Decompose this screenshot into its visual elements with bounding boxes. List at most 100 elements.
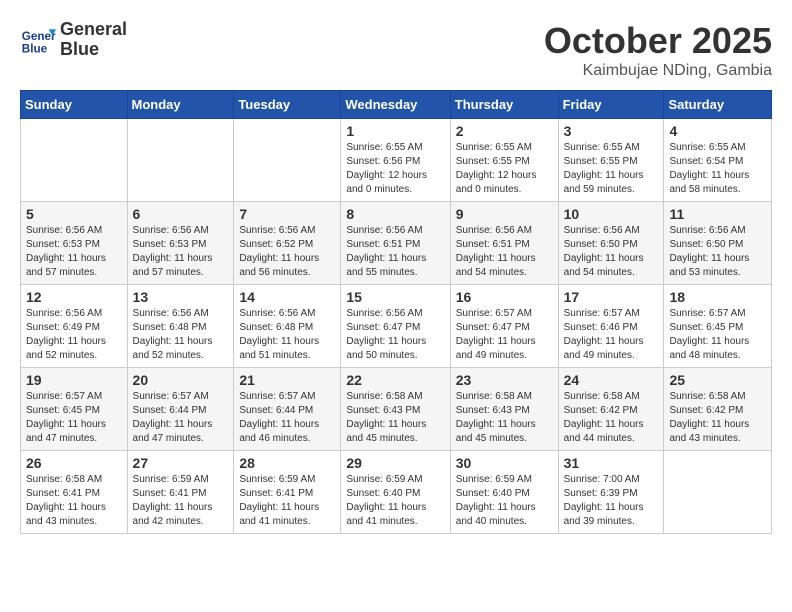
- day-number: 9: [456, 206, 553, 222]
- calendar-cell: 7 Sunrise: 6:56 AM Sunset: 6:52 PM Daylig…: [234, 202, 341, 285]
- weekday-header-tuesday: Tuesday: [234, 91, 341, 119]
- weekday-row: SundayMondayTuesdayWednesdayThursdayFrid…: [21, 91, 772, 119]
- calendar-cell: 18 Sunrise: 6:57 AM Sunset: 6:45 PM Dayli…: [664, 285, 772, 368]
- week-row-3: 12Sunrise: 6:56 AM Sunset: 6:49 PM Dayli…: [21, 285, 772, 368]
- day-info: Sunrise: 6:57 AM Sunset: 6:45 PM Dayligh…: [26, 390, 122, 446]
- day-info: Sunrise: 6:58 AM Sunset: 6:43 PM Dayligh…: [346, 390, 444, 446]
- calendar-cell: 30 Sunrise: 6:59 AM Sunset: 6:40 PM Dayli…: [450, 451, 558, 534]
- calendar-cell: [21, 119, 128, 202]
- calendar-cell: [664, 451, 772, 534]
- calendar-cell: 14 Sunrise: 6:56 AM Sunset: 6:48 PM Dayli…: [234, 285, 341, 368]
- day-number: 4: [669, 123, 766, 139]
- calendar-table: SundayMondayTuesdayWednesdayThursdayFrid…: [20, 90, 772, 534]
- calendar-cell: 3 Sunrise: 6:55 AM Sunset: 6:55 PM Daylig…: [558, 119, 664, 202]
- svg-text:Blue: Blue: [22, 42, 48, 55]
- logo-line1: General: [60, 20, 127, 40]
- weekday-header-friday: Friday: [558, 91, 664, 119]
- logo-icon: General Blue: [20, 22, 56, 58]
- day-info: Sunrise: 6:56 AM Sunset: 6:51 PM Dayligh…: [456, 224, 553, 280]
- day-number: 30: [456, 455, 553, 471]
- day-info: Sunrise: 6:55 AM Sunset: 6:55 PM Dayligh…: [564, 141, 659, 197]
- calendar-cell: 27 Sunrise: 6:59 AM Sunset: 6:41 PM Dayli…: [127, 451, 234, 534]
- calendar-cell: 22Sunrise: 6:58 AM Sunset: 6:43 PM Dayli…: [341, 368, 450, 451]
- week-row-5: 26 Sunrise: 6:58 AM Sunset: 6:41 PM Dayli…: [21, 451, 772, 534]
- calendar-cell: [127, 119, 234, 202]
- logo-line2: Blue: [60, 40, 127, 60]
- weekday-header-sunday: Sunday: [21, 91, 128, 119]
- day-number: 19: [26, 372, 122, 388]
- day-number: 26: [26, 455, 122, 471]
- day-number: 10: [564, 206, 659, 222]
- day-number: 3: [564, 123, 659, 139]
- day-info: Sunrise: 6:56 AM Sunset: 6:53 PM Dayligh…: [26, 224, 122, 280]
- calendar-cell: 19 Sunrise: 6:57 AM Sunset: 6:45 PM Dayli…: [21, 368, 128, 451]
- day-info: Sunrise: 6:59 AM Sunset: 6:41 PM Dayligh…: [239, 473, 335, 529]
- title-block: October 2025 Kaimbujae NDing, Gambia: [544, 20, 772, 80]
- day-info: Sunrise: 6:57 AM Sunset: 6:47 PM Dayligh…: [456, 307, 553, 363]
- day-number: 8: [346, 206, 444, 222]
- day-number: 28: [239, 455, 335, 471]
- day-number: 16: [456, 289, 553, 305]
- day-number: 24: [564, 372, 659, 388]
- month-title: October 2025: [544, 20, 772, 62]
- day-info: Sunrise: 6:57 AM Sunset: 6:44 PM Dayligh…: [133, 390, 229, 446]
- calendar-cell: 31Sunrise: 7:00 AM Sunset: 6:39 PM Dayli…: [558, 451, 664, 534]
- calendar-cell: 6Sunrise: 6:56 AM Sunset: 6:53 PM Daylig…: [127, 202, 234, 285]
- weekday-header-saturday: Saturday: [664, 91, 772, 119]
- day-info: Sunrise: 6:58 AM Sunset: 6:43 PM Dayligh…: [456, 390, 553, 446]
- day-info: Sunrise: 6:56 AM Sunset: 6:47 PM Dayligh…: [346, 307, 444, 363]
- day-number: 21: [239, 372, 335, 388]
- day-info: Sunrise: 6:57 AM Sunset: 6:45 PM Dayligh…: [669, 307, 766, 363]
- day-number: 7: [239, 206, 335, 222]
- day-number: 17: [564, 289, 659, 305]
- day-number: 11: [669, 206, 766, 222]
- calendar-cell: 4 Sunrise: 6:55 AM Sunset: 6:54 PM Daylig…: [664, 119, 772, 202]
- day-number: 29: [346, 455, 444, 471]
- logo: General Blue General Blue: [20, 20, 127, 60]
- day-info: Sunrise: 6:57 AM Sunset: 6:44 PM Dayligh…: [239, 390, 335, 446]
- day-info: Sunrise: 6:59 AM Sunset: 6:41 PM Dayligh…: [133, 473, 229, 529]
- calendar-cell: 10 Sunrise: 6:56 AM Sunset: 6:50 PM Dayli…: [558, 202, 664, 285]
- calendar-cell: [234, 119, 341, 202]
- calendar-cell: 13 Sunrise: 6:56 AM Sunset: 6:48 PM Dayli…: [127, 285, 234, 368]
- calendar-body: 1Sunrise: 6:55 AM Sunset: 6:56 PM Daylig…: [21, 119, 772, 534]
- day-info: Sunrise: 6:56 AM Sunset: 6:48 PM Dayligh…: [239, 307, 335, 363]
- weekday-header-monday: Monday: [127, 91, 234, 119]
- calendar-cell: 17 Sunrise: 6:57 AM Sunset: 6:46 PM Dayli…: [558, 285, 664, 368]
- day-info: Sunrise: 6:56 AM Sunset: 6:48 PM Dayligh…: [133, 307, 229, 363]
- calendar-cell: 29Sunrise: 6:59 AM Sunset: 6:40 PM Dayli…: [341, 451, 450, 534]
- day-info: Sunrise: 6:59 AM Sunset: 6:40 PM Dayligh…: [456, 473, 553, 529]
- day-info: Sunrise: 6:58 AM Sunset: 6:42 PM Dayligh…: [564, 390, 659, 446]
- calendar-cell: 12Sunrise: 6:56 AM Sunset: 6:49 PM Dayli…: [21, 285, 128, 368]
- day-number: 27: [133, 455, 229, 471]
- weekday-header-thursday: Thursday: [450, 91, 558, 119]
- calendar-cell: 1Sunrise: 6:55 AM Sunset: 6:56 PM Daylig…: [341, 119, 450, 202]
- day-number: 14: [239, 289, 335, 305]
- calendar-cell: 5Sunrise: 6:56 AM Sunset: 6:53 PM Daylig…: [21, 202, 128, 285]
- calendar-cell: 24 Sunrise: 6:58 AM Sunset: 6:42 PM Dayli…: [558, 368, 664, 451]
- day-number: 18: [669, 289, 766, 305]
- day-info: Sunrise: 6:55 AM Sunset: 6:54 PM Dayligh…: [669, 141, 766, 197]
- day-info: Sunrise: 6:56 AM Sunset: 6:50 PM Dayligh…: [564, 224, 659, 280]
- weekday-header-wednesday: Wednesday: [341, 91, 450, 119]
- calendar-cell: 23 Sunrise: 6:58 AM Sunset: 6:43 PM Dayli…: [450, 368, 558, 451]
- day-info: Sunrise: 6:58 AM Sunset: 6:41 PM Dayligh…: [26, 473, 122, 529]
- day-info: Sunrise: 6:56 AM Sunset: 6:51 PM Dayligh…: [346, 224, 444, 280]
- logo-text: General Blue: [60, 20, 127, 60]
- day-number: 12: [26, 289, 122, 305]
- day-info: Sunrise: 6:57 AM Sunset: 6:46 PM Dayligh…: [564, 307, 659, 363]
- week-row-1: 1Sunrise: 6:55 AM Sunset: 6:56 PM Daylig…: [21, 119, 772, 202]
- day-info: Sunrise: 6:56 AM Sunset: 6:52 PM Dayligh…: [239, 224, 335, 280]
- day-info: Sunrise: 6:56 AM Sunset: 6:50 PM Dayligh…: [669, 224, 766, 280]
- day-number: 13: [133, 289, 229, 305]
- location: Kaimbujae NDing, Gambia: [544, 62, 772, 80]
- day-number: 23: [456, 372, 553, 388]
- calendar-cell: 8 Sunrise: 6:56 AM Sunset: 6:51 PM Daylig…: [341, 202, 450, 285]
- calendar-cell: 28 Sunrise: 6:59 AM Sunset: 6:41 PM Dayli…: [234, 451, 341, 534]
- day-number: 15: [346, 289, 444, 305]
- calendar-cell: 16 Sunrise: 6:57 AM Sunset: 6:47 PM Dayli…: [450, 285, 558, 368]
- day-number: 31: [564, 455, 659, 471]
- day-number: 2: [456, 123, 553, 139]
- day-number: 20: [133, 372, 229, 388]
- calendar-cell: 11 Sunrise: 6:56 AM Sunset: 6:50 PM Dayli…: [664, 202, 772, 285]
